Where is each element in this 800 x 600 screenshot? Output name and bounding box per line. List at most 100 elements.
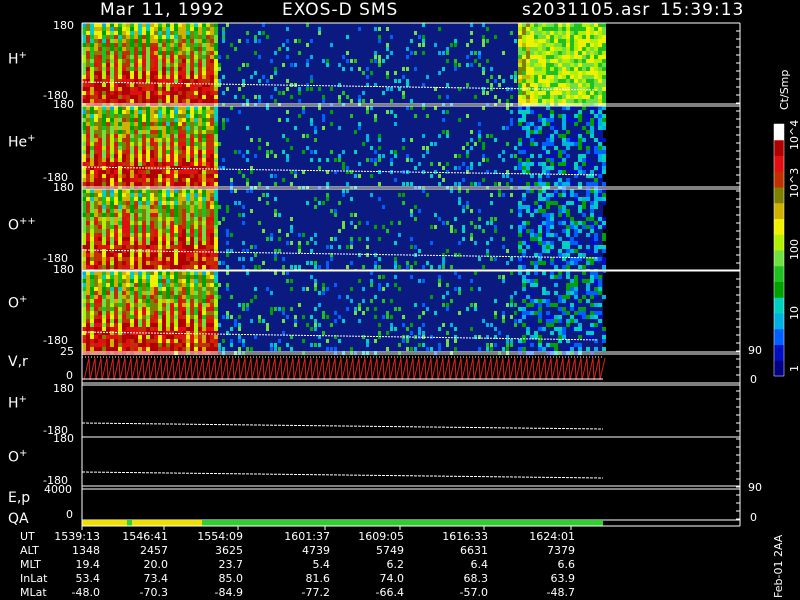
table-cell: -48.0	[71, 586, 100, 599]
table-cell: 1348	[72, 544, 100, 557]
table-cell: 19.4	[75, 558, 101, 571]
ep-left-bottom: 0	[66, 508, 73, 521]
table-cell: 81.6	[305, 572, 331, 585]
h-ytick-top: 180	[53, 19, 74, 32]
table-row-label: ALT	[20, 544, 39, 557]
table-cell: -57.0	[459, 586, 488, 599]
line-panel-trace	[81, 422, 604, 430]
spectrogram-he	[81, 106, 606, 190]
qa-label: QA	[8, 511, 29, 527]
colorbar-swatch	[774, 328, 784, 345]
colorbar-swatch	[774, 281, 784, 298]
table-cell: 4739	[302, 544, 330, 557]
table-cell: 53.4	[75, 572, 101, 585]
panel-label-h: H+	[8, 50, 27, 68]
op-ytick-top: 180	[53, 263, 74, 276]
table-cell: 6.4	[470, 558, 489, 571]
vr-label: V,r	[8, 354, 28, 370]
vr-sawtooth	[83, 357, 606, 381]
spectrogram-opp	[81, 189, 606, 273]
table-cell: 1539:13	[54, 530, 100, 543]
colorbar-tick-10000: 10^4	[788, 119, 800, 150]
colorbar-swatch	[774, 139, 784, 156]
colorbar-swatch	[774, 250, 784, 267]
spectrogram-op	[81, 271, 606, 355]
table-cell: -48.7	[546, 586, 575, 599]
table-cell: 1616:33	[442, 530, 488, 543]
table-cell: 63.9	[550, 572, 576, 585]
colorbar-tick-1000: 10^3	[788, 167, 800, 198]
table-cell: 6.6	[557, 558, 576, 571]
spectrogram-h	[81, 23, 606, 107]
colorbar-swatch	[774, 360, 784, 377]
colorbar-swatch	[774, 265, 784, 282]
vr-right-bottom: 0	[750, 373, 757, 386]
table-cell: 1554:09	[197, 530, 243, 543]
colorbar-swatch	[774, 344, 784, 361]
ep-left-top: 4000	[44, 483, 72, 496]
plot-canvas	[81, 22, 785, 530]
colorbar-tick-100: 100	[788, 239, 800, 260]
panel-label-he: He+	[8, 133, 36, 151]
colorbar-tick-10: 10	[788, 306, 800, 320]
line-panel-trace	[81, 471, 604, 479]
qa-segment-green	[127, 520, 132, 526]
table-cell: 5.4	[312, 558, 331, 571]
vr-right-top: 90	[748, 344, 762, 357]
table-cell: 1609:05	[358, 530, 404, 543]
line-panel-label-o: O+	[8, 448, 28, 466]
table-cell: -66.4	[375, 586, 404, 599]
header-date: Mar 11, 1992	[100, 0, 226, 20]
footer-label: Feb-01 2AA	[772, 534, 785, 598]
table-cell: 6631	[460, 544, 488, 557]
table-cell: 23.7	[218, 558, 244, 571]
table-row-label: MLT	[20, 558, 41, 571]
colorbar-swatch	[774, 234, 784, 251]
table-cell: 5749	[376, 544, 404, 557]
colorbar-tick-1: 1	[788, 365, 800, 372]
table-cell: 1546:41	[122, 530, 168, 543]
table-cell: 74.0	[379, 572, 405, 585]
colorbar-swatch	[774, 187, 784, 204]
colorbar-swatch	[774, 155, 784, 172]
he-ytick-top: 180	[53, 98, 74, 111]
vr-left-top: 25	[60, 345, 74, 358]
table-cell: 85.0	[218, 572, 244, 585]
opp-ytick-top: 180	[53, 181, 74, 194]
line-h-ytick-top: 180	[53, 382, 74, 395]
qa-segment-yellow	[82, 520, 127, 526]
colorbar-swatch	[774, 313, 784, 330]
table-row-label: UT	[20, 530, 35, 543]
table-cell: 1624:01	[529, 530, 575, 543]
table-cell: -70.3	[139, 586, 168, 599]
table-cell: 68.3	[463, 572, 489, 585]
table-cell: -77.2	[301, 586, 330, 599]
table-cell: 6.2	[386, 558, 405, 571]
qa-segment-green	[202, 520, 603, 526]
header-instrument: EXOS-D SMS	[282, 0, 399, 20]
ep-label: E,p	[8, 490, 31, 506]
table-cell: 7379	[547, 544, 575, 557]
colorbar-swatch	[774, 171, 784, 188]
colorbar-title: Ct/Smp	[778, 69, 791, 110]
table-cell: 2457	[140, 544, 168, 557]
colorbar-swatch	[774, 297, 784, 314]
qa-segment-yellow	[132, 520, 202, 526]
table-cell: -84.9	[214, 586, 243, 599]
colorbar-swatch	[774, 202, 784, 219]
table-cell: 1601:37	[284, 530, 330, 543]
header-time: 15:39:13	[660, 0, 745, 20]
line-o-ytick-top: 180	[53, 432, 74, 445]
table-cell: 73.4	[143, 572, 169, 585]
ep-right-bottom: 0	[750, 511, 757, 524]
header-file: s2031105.asr	[522, 0, 651, 20]
panel-label-opp: O++	[8, 216, 36, 234]
colorbar-swatch	[774, 218, 784, 235]
ep-right-top: 90	[748, 481, 762, 494]
table-cell: 20.0	[143, 558, 169, 571]
colorbar-swatch	[774, 124, 784, 141]
panel-label-op: O+	[8, 294, 28, 312]
line-panel-label-h: H+	[8, 394, 27, 412]
vr-left-bottom: 0	[66, 369, 73, 382]
table-cell: 3625	[215, 544, 243, 557]
